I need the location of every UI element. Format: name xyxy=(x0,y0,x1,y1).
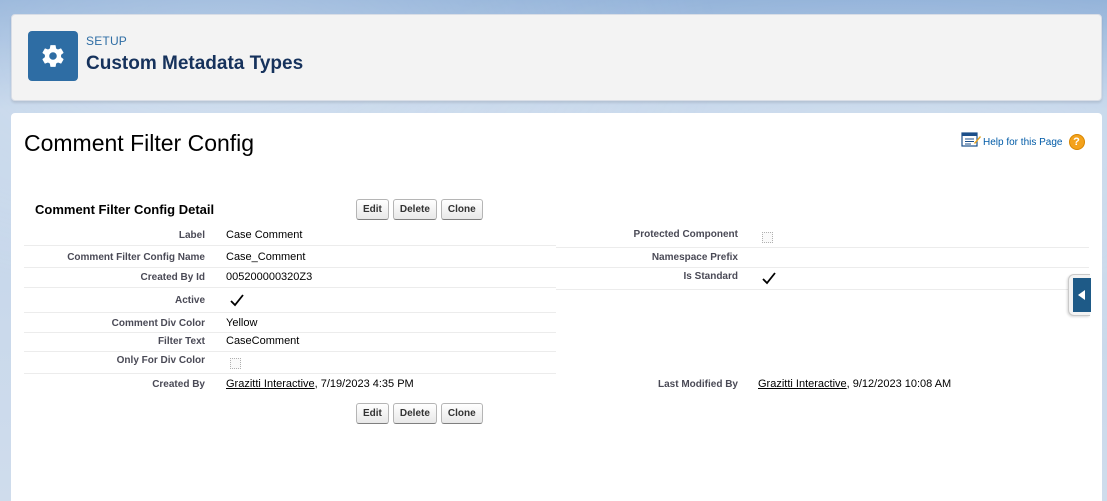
created-by-user-link[interactable]: Grazitti Interactive xyxy=(226,378,315,390)
detail-page: Comment Filter Config Help for this Page… xyxy=(11,113,1102,501)
delete-button[interactable]: Delete xyxy=(392,403,437,424)
clone-button[interactable]: Clone xyxy=(440,403,483,424)
field-label: Active xyxy=(174,295,205,306)
field-value: Case Comment xyxy=(226,229,303,241)
field-value: Case_Comment xyxy=(226,251,306,263)
field-label: Comment Filter Config Name xyxy=(67,252,205,263)
checkmark-icon xyxy=(762,272,776,285)
checkbox-unchecked xyxy=(230,358,241,369)
top-button-row: Edit Delete Clone xyxy=(356,199,483,220)
field-label: Namespace Prefix xyxy=(651,252,738,263)
field-row-name: Comment Filter Config Name Case_Comment xyxy=(24,248,556,268)
sidebar-toggle-tab[interactable] xyxy=(1068,274,1091,316)
field-row-is-standard: Is Standard xyxy=(556,268,1089,290)
last-modified-user-link[interactable]: Grazitti Interactive xyxy=(758,378,847,390)
checkmark-icon xyxy=(230,294,244,307)
last-modified-date: , 9/12/2023 10:08 AM xyxy=(846,378,952,390)
field-row-filter-text: Filter Text CaseComment xyxy=(24,332,556,352)
field-value: CaseComment xyxy=(226,335,300,347)
collapse-arrow-icon[interactable] xyxy=(1073,278,1091,312)
field-label: Is Standard xyxy=(683,271,738,282)
header-title: Custom Metadata Types xyxy=(86,53,304,74)
field-row-namespace-prefix: Namespace Prefix xyxy=(556,248,1089,268)
help-link-label[interactable]: Help for this Page xyxy=(983,137,1063,148)
delete-button[interactable]: Delete xyxy=(392,199,437,220)
section-title: Comment Filter Config Detail xyxy=(35,202,215,217)
edit-button[interactable]: Edit xyxy=(356,199,389,220)
field-label: Only For Div Color xyxy=(116,355,205,366)
gear-icon xyxy=(28,31,78,81)
help-grid-icon xyxy=(961,132,981,147)
header-eyebrow: SETUP xyxy=(86,34,128,48)
field-row-protected-component: Protected Component xyxy=(556,226,1089,248)
page-title: Comment Filter Config xyxy=(24,130,255,156)
field-value: 005200000320Z3 xyxy=(226,271,313,283)
clone-button[interactable]: Clone xyxy=(440,199,483,220)
field-label: Filter Text xyxy=(157,336,205,347)
field-label: Last Modified By xyxy=(657,379,738,390)
field-row-label: Label Case Comment xyxy=(24,226,556,246)
checkbox-unchecked xyxy=(762,232,773,243)
help-question-icon[interactable]: ? xyxy=(1068,134,1085,150)
created-by-date: , 7/19/2023 4:35 PM xyxy=(314,378,414,390)
bottom-button-row: Edit Delete Clone xyxy=(356,403,483,424)
help-link[interactable]: Help for this Page ? xyxy=(961,132,1085,152)
field-row-only-for-div-color: Only For Div Color xyxy=(24,352,556,374)
field-label: Created By xyxy=(152,379,205,390)
created-by-value: Grazitti Interactive, 7/19/2023 4:35 PM xyxy=(226,378,414,390)
field-row-audit: Created By Grazitti Interactive, 7/19/20… xyxy=(24,374,1089,394)
field-row-created-by-id: Created By Id 005200000320Z3 xyxy=(24,268,556,288)
edit-button[interactable]: Edit xyxy=(356,403,389,424)
field-row-active: Active xyxy=(24,289,556,313)
field-label: Created By Id xyxy=(140,272,205,283)
field-label: Protected Component xyxy=(633,229,738,240)
field-row-comment-div-color: Comment Div Color Yellow xyxy=(24,313,556,333)
field-value: Yellow xyxy=(226,317,258,329)
setup-header: SETUP Custom Metadata Types xyxy=(11,14,1102,101)
field-label: Label xyxy=(178,230,205,241)
field-label: Comment Div Color xyxy=(111,318,205,329)
last-modified-by-value: Grazitti Interactive, 9/12/2023 10:08 AM xyxy=(758,378,951,390)
